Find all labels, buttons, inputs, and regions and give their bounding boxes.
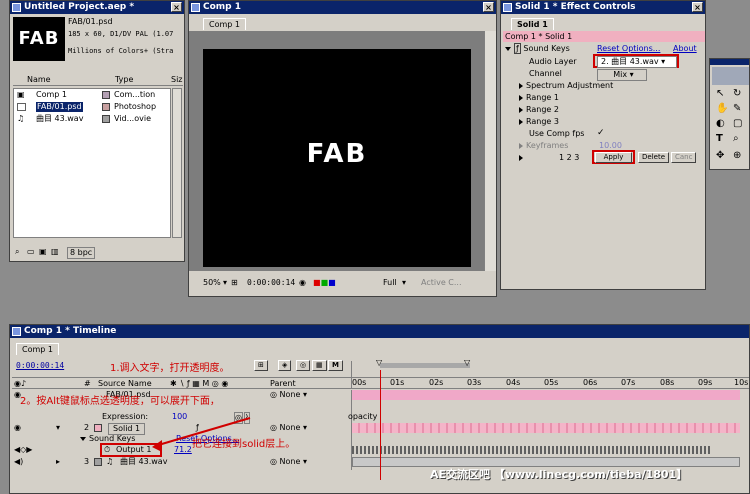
annotation-arrow bbox=[152, 417, 251, 452]
arrow-line bbox=[154, 417, 251, 447]
watermark: AE交流区吧 【www.linecg.com/tieba/1801】 bbox=[430, 468, 688, 481]
arrow-head bbox=[152, 440, 162, 452]
